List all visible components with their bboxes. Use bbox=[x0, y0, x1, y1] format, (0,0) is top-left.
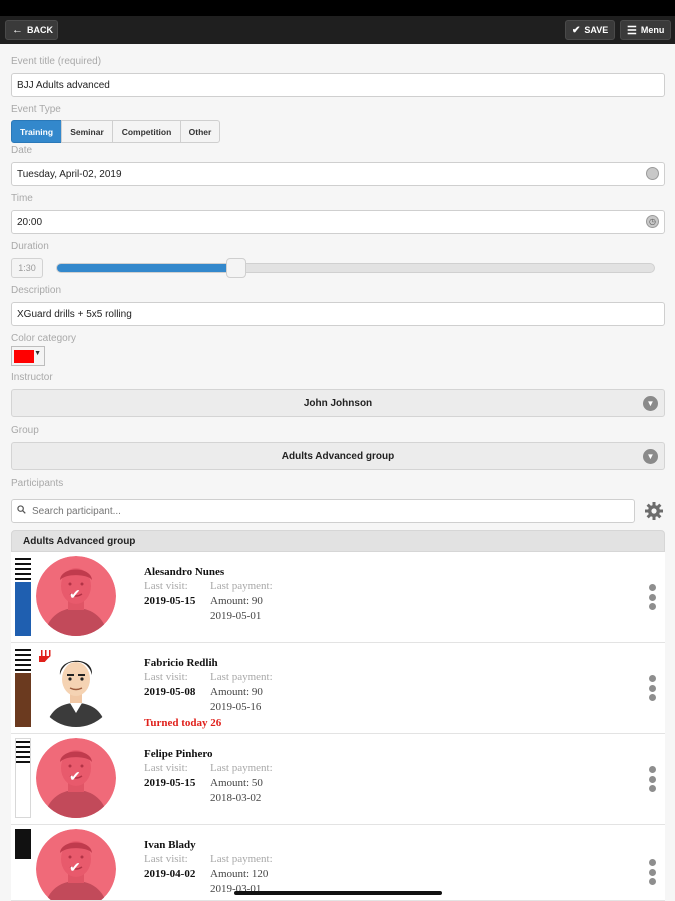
search-participant-field[interactable] bbox=[11, 499, 635, 523]
duration-slider-fill bbox=[57, 264, 237, 272]
color-category-picker[interactable]: ▼ bbox=[11, 346, 45, 366]
participants-group-header: Adults Advanced group bbox=[11, 530, 665, 552]
last-visit-label: Last visit: bbox=[144, 671, 188, 683]
event-type-label: Event Type bbox=[11, 104, 61, 115]
calendar-icon[interactable] bbox=[646, 167, 659, 180]
participant-row[interactable]: ✔ Ivan Blady Last visit: Last payment: 2… bbox=[11, 825, 665, 901]
participant-name: Fabricio Redlih bbox=[144, 657, 218, 669]
search-input[interactable] bbox=[30, 504, 594, 518]
caret-down-icon: ▼ bbox=[34, 350, 41, 357]
duration-slider-handle[interactable] bbox=[226, 258, 247, 278]
clock-icon[interactable]: ◷ bbox=[646, 215, 659, 228]
last-visit-date: 2019-05-08 bbox=[144, 686, 196, 698]
search-icon bbox=[17, 505, 26, 514]
payment-amount: Amount: 90 bbox=[210, 686, 263, 698]
checkmark-icon: ✔ bbox=[69, 859, 81, 875]
menu-button[interactable]: ☰ Menu bbox=[620, 20, 671, 40]
gear-icon[interactable] bbox=[644, 501, 664, 521]
description-input[interactable]: XGuard drills + 5x5 rolling bbox=[11, 302, 665, 326]
last-visit-label: Last visit: bbox=[144, 580, 188, 592]
event-type-other[interactable]: Other bbox=[180, 120, 220, 143]
event-title-input[interactable]: BJJ Adults advanced bbox=[11, 73, 665, 97]
time-input[interactable]: 20:00 ◷ bbox=[11, 210, 665, 234]
participant-name: Felipe Pinhero bbox=[144, 748, 213, 760]
color-swatch bbox=[14, 350, 34, 363]
duration-slider[interactable] bbox=[56, 258, 655, 278]
event-title-label: Event title (required) bbox=[11, 56, 102, 67]
status-bar bbox=[0, 0, 675, 16]
belt-indicator-black bbox=[15, 829, 31, 859]
event-form: Event title (required) BJJ Adults advanc… bbox=[0, 44, 675, 901]
checkmark-icon: ✔ bbox=[69, 586, 81, 602]
belt-indicator-blue bbox=[15, 556, 31, 636]
checkmark-icon: ✔ bbox=[69, 768, 81, 784]
last-payment-label: Last payment: bbox=[210, 762, 273, 774]
birthday-notice: Turned today 26 bbox=[144, 717, 222, 729]
last-payment-label: Last payment: bbox=[210, 580, 273, 592]
save-button[interactable]: ✔ SAVE bbox=[565, 20, 615, 40]
group-label: Group bbox=[11, 425, 39, 436]
avatar-checked: ✔ bbox=[36, 829, 116, 900]
payment-amount: Amount: 50 bbox=[210, 777, 263, 789]
more-options-icon[interactable] bbox=[649, 675, 657, 701]
back-button[interactable]: ← BACK bbox=[5, 20, 58, 40]
more-options-icon[interactable] bbox=[649, 859, 657, 885]
event-type-seminar[interactable]: Seminar bbox=[61, 120, 113, 143]
top-toolbar: ← BACK ✔ SAVE ☰ Menu bbox=[0, 16, 675, 44]
group-select[interactable]: Adults Advanced group ▼ bbox=[11, 442, 665, 470]
instructor-select[interactable]: John Johnson ▼ bbox=[11, 389, 665, 417]
hamburger-icon: ☰ bbox=[627, 24, 637, 37]
date-input[interactable]: Tuesday, April-02, 2019 bbox=[11, 162, 665, 186]
payment-date: 2019-05-01 bbox=[210, 610, 262, 622]
avatar-checked: ✔ bbox=[36, 556, 116, 636]
event-type-competition[interactable]: Competition bbox=[112, 120, 181, 143]
more-options-icon[interactable] bbox=[649, 584, 657, 610]
participant-name: Ivan Blady bbox=[144, 839, 196, 851]
last-payment-label: Last payment: bbox=[210, 853, 273, 865]
home-indicator bbox=[234, 891, 442, 895]
participant-name: Alesandro Nunes bbox=[144, 566, 225, 578]
instructor-label: Instructor bbox=[11, 372, 53, 383]
belt-indicator-white bbox=[15, 738, 31, 818]
last-visit-date: 2019-05-15 bbox=[144, 595, 196, 607]
color-category-label: Color category bbox=[11, 333, 77, 344]
payment-amount: Amount: 120 bbox=[210, 868, 269, 880]
last-visit-date: 2019-05-15 bbox=[144, 777, 196, 789]
duration-value[interactable]: 1:30 bbox=[11, 258, 43, 278]
more-options-icon[interactable] bbox=[649, 766, 657, 792]
avatar-photo bbox=[36, 647, 116, 727]
avatar-checked: ✔ bbox=[36, 738, 116, 818]
last-visit-label: Last visit: bbox=[144, 762, 188, 774]
arrow-left-icon: ← bbox=[12, 24, 23, 36]
chevron-down-icon: ▼ bbox=[643, 396, 658, 411]
participant-row[interactable]: Fabricio Redlih Last visit: Last payment… bbox=[11, 643, 665, 734]
participant-row[interactable]: ✔ Alesandro Nunes Last visit: Last payme… bbox=[11, 552, 665, 643]
checkmark-icon: ✔ bbox=[572, 24, 581, 36]
event-type-training[interactable]: Training bbox=[11, 120, 62, 143]
belt-indicator-brown bbox=[15, 647, 31, 727]
payment-date: 2018-03-02 bbox=[210, 792, 262, 804]
participants-label: Participants bbox=[11, 478, 64, 489]
chevron-down-icon: ▼ bbox=[643, 449, 658, 464]
date-label: Date bbox=[11, 145, 33, 156]
last-visit-label: Last visit: bbox=[144, 853, 188, 865]
description-label: Description bbox=[11, 285, 62, 296]
participant-row[interactable]: ✔ Felipe Pinhero Last visit: Last paymen… bbox=[11, 734, 665, 825]
last-visit-date: 2019-04-02 bbox=[144, 868, 196, 880]
time-label: Time bbox=[11, 193, 33, 204]
duration-label: Duration bbox=[11, 241, 49, 252]
payment-amount: Amount: 90 bbox=[210, 595, 263, 607]
payment-date: 2019-05-16 bbox=[210, 701, 262, 713]
last-payment-label: Last payment: bbox=[210, 671, 273, 683]
